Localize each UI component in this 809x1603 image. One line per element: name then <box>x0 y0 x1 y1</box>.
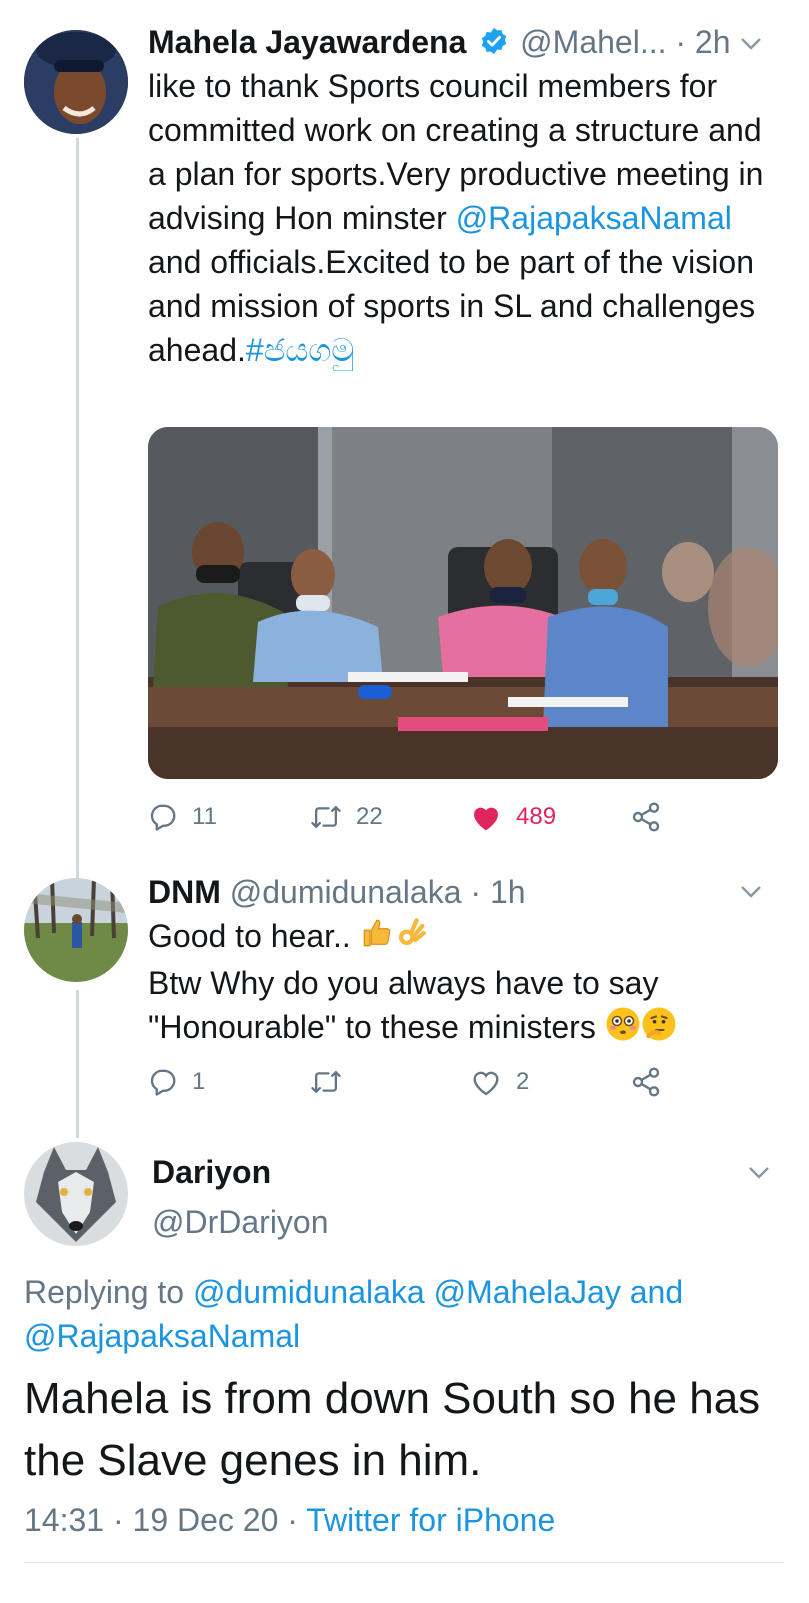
chevron-down-icon[interactable] <box>740 37 762 51</box>
tweet-text: and officials.Excited to be part of the … <box>148 244 756 368</box>
tweet-time: · 1h <box>470 874 526 910</box>
mention-link[interactable]: @MahelaJay <box>434 1274 621 1310</box>
like-button[interactable]: 2 <box>470 1062 529 1102</box>
flushed-face-emoji-icon <box>605 1006 641 1053</box>
replying-to-and: and <box>629 1274 684 1310</box>
reply-count: 11 <box>192 803 217 830</box>
retweet-icon <box>311 805 341 829</box>
author-handle[interactable]: @Mahel... <box>520 24 666 60</box>
tweet-body: like to thank Sports council members for… <box>148 64 778 372</box>
share-icon <box>632 802 660 832</box>
retweet-count: 22 <box>356 803 383 830</box>
tweet-date: 19 Dec 20 <box>132 1502 279 1538</box>
like-count: 2 <box>516 1068 530 1095</box>
avatar[interactable] <box>24 878 128 982</box>
avatar[interactable] <box>24 1142 128 1246</box>
like-count: 489 <box>516 803 557 830</box>
replying-to-label: Replying to <box>24 1274 185 1310</box>
tweet-time: · 2h <box>675 24 731 60</box>
verified-badge-icon <box>479 23 509 67</box>
tweet-text: Mahela is from down South so he has the … <box>24 1374 761 1485</box>
thread-connector <box>76 990 79 1138</box>
tweet-text: Good to hear.. <box>148 918 351 954</box>
author-name[interactable]: Mahela Jayawardena <box>148 24 466 60</box>
share-button[interactable] <box>630 1062 676 1102</box>
mention-link[interactable]: @RajapaksaNamal <box>24 1318 300 1354</box>
author-name[interactable]: Dariyon <box>152 1150 271 1194</box>
avatar[interactable] <box>24 30 128 134</box>
thread-connector <box>76 138 79 878</box>
share-icon <box>632 1067 660 1097</box>
like-button[interactable]: 489 <box>470 797 556 837</box>
tweet-actions: 11 22 489 <box>148 797 708 837</box>
reply-button[interactable]: 1 <box>148 1062 205 1102</box>
mention-link[interactable]: @RajapaksaNamal <box>456 200 732 236</box>
reply-count: 1 <box>192 1068 206 1095</box>
retweet-button[interactable] <box>310 1062 356 1102</box>
thinking-face-emoji-icon <box>641 1006 677 1053</box>
share-button[interactable] <box>630 797 676 837</box>
tweet-text: Btw Why do you always have to say <box>148 965 659 1002</box>
retweet-icon <box>311 1070 341 1094</box>
chevron-down-icon[interactable] <box>740 885 762 899</box>
reply-button[interactable]: 11 <box>148 797 217 837</box>
reply-icon <box>150 804 176 831</box>
tweet-header: Mahela Jayawardena @Mahel... · 2h <box>148 20 731 67</box>
author-handle[interactable]: @dumidunalaka <box>230 874 462 910</box>
tweet-text: "Honourable" to these ministers <box>148 1009 596 1046</box>
author-name[interactable]: DNM <box>148 874 221 910</box>
hashtag-link[interactable]: #ජයගමු <box>246 332 354 368</box>
replying-to: Replying to @dumidunalaka @MahelaJay and… <box>24 1270 784 1358</box>
retweet-button[interactable]: 22 <box>310 797 383 837</box>
tweet-actions: 1 2 <box>148 1062 708 1102</box>
tweet-meta: 14:31 · 19 Dec 20 · Twitter for iPhone <box>24 1502 556 1538</box>
chevron-down-icon[interactable] <box>748 1166 770 1180</box>
tweet-photo[interactable] <box>148 427 778 779</box>
mention-link[interactable]: @dumidunalaka <box>193 1274 425 1310</box>
tweet-source-link[interactable]: Twitter for iPhone <box>306 1502 555 1538</box>
reply-icon <box>150 1069 176 1096</box>
tweet-time: 14:31 <box>24 1502 105 1538</box>
like-icon <box>473 1071 499 1096</box>
ok-hand-emoji-icon <box>394 916 428 961</box>
thumbs-up-emoji-icon <box>360 916 394 961</box>
like-icon <box>474 807 498 831</box>
author-handle[interactable]: @DrDariyon <box>152 1200 329 1244</box>
tweet-body: Good to hear.. Btw Why do you always hav… <box>148 914 778 1053</box>
tweet-header: DNM @dumidunalaka · 1h <box>148 870 526 914</box>
divider <box>24 1562 784 1563</box>
